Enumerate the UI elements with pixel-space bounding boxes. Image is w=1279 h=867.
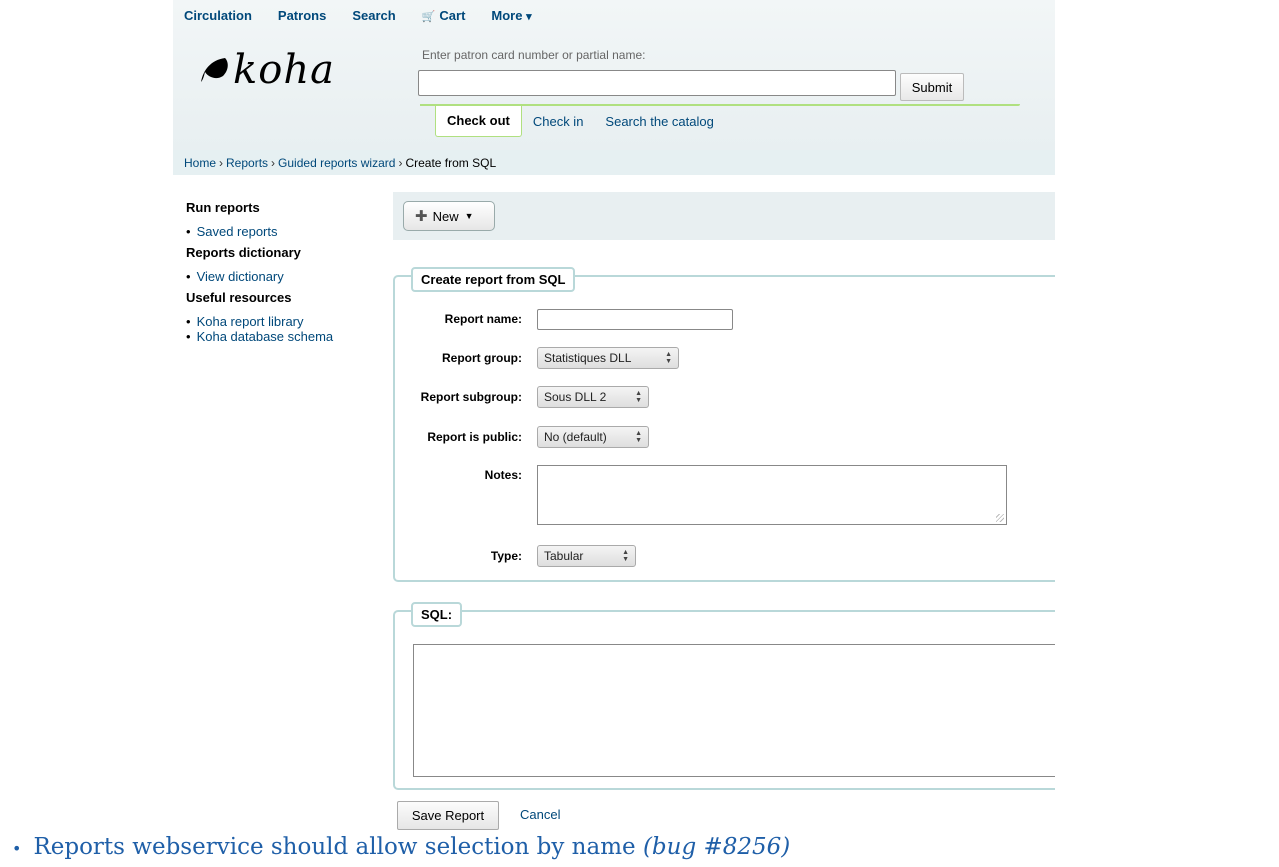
header-tabs: Check out Check in Search the catalog xyxy=(435,106,725,137)
report-group-label: Report group: xyxy=(442,351,522,365)
report-group-row: Report group: Statistiques DLL ▲ ▼ xyxy=(395,346,1055,370)
top-navigation: Circulation Patrons Search 🛒 Cart More ▾ xyxy=(173,0,545,30)
report-public-value: No (default) xyxy=(544,430,607,444)
toolbar: ✚ New ▼ xyxy=(393,192,1055,240)
bullet-icon: • xyxy=(12,839,22,858)
sidebar-list: View dictionary xyxy=(186,269,386,284)
tab-check-out[interactable]: Check out xyxy=(435,106,522,137)
bug-reference: (bug #8256) xyxy=(642,834,791,860)
report-public-label: Report is public: xyxy=(427,430,522,444)
chevron-down-icon: ▾ xyxy=(526,10,532,23)
database-schema-link[interactable]: Koha database schema xyxy=(197,329,334,344)
nav-patrons[interactable]: Patrons xyxy=(278,8,326,23)
save-report-button[interactable]: Save Report xyxy=(397,801,499,830)
cancel-link[interactable]: Cancel xyxy=(520,807,560,822)
report-subgroup-row: Report subgroup: Sous DLL 2 ▲ ▼ xyxy=(395,385,1055,409)
sidebar-item: Koha database schema xyxy=(186,329,386,344)
report-group-select[interactable]: Statistiques DLL ▲ ▼ xyxy=(537,347,679,369)
patron-search-input[interactable] xyxy=(418,70,896,96)
sidebar-item: Saved reports xyxy=(186,224,386,239)
select-arrows-icon: ▲ ▼ xyxy=(665,351,672,365)
release-note-item: • Reports webservice should allow selecti… xyxy=(12,834,790,860)
report-library-link[interactable]: Koha report library xyxy=(197,314,304,329)
sidebar-heading-dictionary: Reports dictionary xyxy=(186,245,301,260)
report-public-row: Report is public: No (default) ▲ ▼ xyxy=(395,425,1055,449)
select-arrows-icon: ▲ ▼ xyxy=(635,390,642,404)
sql-fieldset: SQL: xyxy=(393,602,1055,790)
report-subgroup-value: Sous DLL 2 xyxy=(544,390,607,404)
type-label: Type: xyxy=(490,549,522,563)
search-label: Enter patron card number or partial name… xyxy=(422,48,646,62)
breadcrumb-separator: › xyxy=(219,155,224,170)
report-group-value: Statistiques DLL xyxy=(544,351,632,365)
nav-more-label: More xyxy=(491,7,523,23)
sidebar-item: Koha report library xyxy=(186,314,386,329)
header: Circulation Patrons Search 🛒 Cart More ▾ … xyxy=(173,0,1055,150)
submit-button[interactable]: Submit xyxy=(900,73,964,101)
breadcrumb-guided-wizard[interactable]: Guided reports wizard xyxy=(278,156,395,170)
report-public-select[interactable]: No (default) ▲ ▼ xyxy=(537,426,649,448)
nav-search[interactable]: Search xyxy=(352,8,395,23)
koha-logo-text: koha xyxy=(233,47,335,93)
notes-label: Notes: xyxy=(484,468,522,482)
sidebar-heading-resources: Useful resources xyxy=(186,290,292,305)
plus-icon: ✚ xyxy=(415,208,428,225)
report-subgroup-select[interactable]: Sous DLL 2 ▲ ▼ xyxy=(537,386,649,408)
sidebar-list: Saved reports xyxy=(186,224,386,239)
select-arrows-icon: ▲ ▼ xyxy=(622,549,629,563)
nav-cart-label: Cart xyxy=(439,7,466,23)
view-dictionary-link[interactable]: View dictionary xyxy=(197,269,284,284)
breadcrumb-separator: › xyxy=(271,155,276,170)
report-name-row: Report name: xyxy=(395,307,1055,331)
nav-circulation[interactable]: Circulation xyxy=(184,8,252,23)
nav-more[interactable]: More ▾ xyxy=(491,8,531,23)
tab-check-in[interactable]: Check in xyxy=(522,106,595,137)
sql-legend: SQL: xyxy=(411,602,463,627)
breadcrumb-reports[interactable]: Reports xyxy=(226,156,268,170)
cart-icon: 🛒 xyxy=(421,10,436,23)
sidebar-item: View dictionary xyxy=(186,269,386,284)
nav-cart[interactable]: 🛒 Cart xyxy=(422,8,466,23)
notes-textarea[interactable] xyxy=(537,465,1007,525)
sidebar-heading-run-reports: Run reports xyxy=(186,200,260,215)
report-name-input[interactable] xyxy=(537,308,733,330)
create-report-fieldset: Create report from SQL Report name: Repo… xyxy=(393,267,1055,582)
breadcrumb-home[interactable]: Home xyxy=(184,156,216,170)
resize-grip-icon xyxy=(996,514,1004,522)
caret-down-icon: ▼ xyxy=(464,211,474,221)
release-note-text: Reports webservice should allow selectio… xyxy=(33,834,636,860)
type-select[interactable]: Tabular ▲ ▼ xyxy=(537,545,636,567)
koha-staff-page: Circulation Patrons Search 🛒 Cart More ▾ … xyxy=(173,0,1055,833)
sidebar-list: Koha report library Koha database schema xyxy=(186,314,386,344)
create-report-legend: Create report from SQL xyxy=(411,267,576,292)
new-button[interactable]: ✚ New ▼ xyxy=(403,201,495,231)
report-name-label: Report name: xyxy=(444,312,522,326)
saved-reports-link[interactable]: Saved reports xyxy=(197,224,278,239)
notes-row: Notes: xyxy=(395,465,1055,527)
breadcrumb: Home › Reports › Guided reports wizard › Cr… xyxy=(173,150,1055,175)
type-row: Type: Tabular ▲ ▼ xyxy=(395,544,1055,568)
koha-logo[interactable]: koha xyxy=(199,50,335,90)
sidebar: Run reports Saved reports Reports dictio… xyxy=(186,200,386,350)
koha-logo-icon xyxy=(201,58,228,82)
breadcrumb-current: Create from SQL xyxy=(405,155,497,170)
select-arrows-icon: ▲ ▼ xyxy=(635,430,642,444)
new-button-label: New xyxy=(432,208,459,224)
breadcrumb-separator: › xyxy=(398,155,403,170)
tab-search-catalog[interactable]: Search the catalog xyxy=(594,106,724,137)
sql-textarea[interactable] xyxy=(413,644,1055,777)
report-subgroup-label: Report subgroup: xyxy=(420,390,522,404)
type-value: Tabular xyxy=(544,549,584,563)
